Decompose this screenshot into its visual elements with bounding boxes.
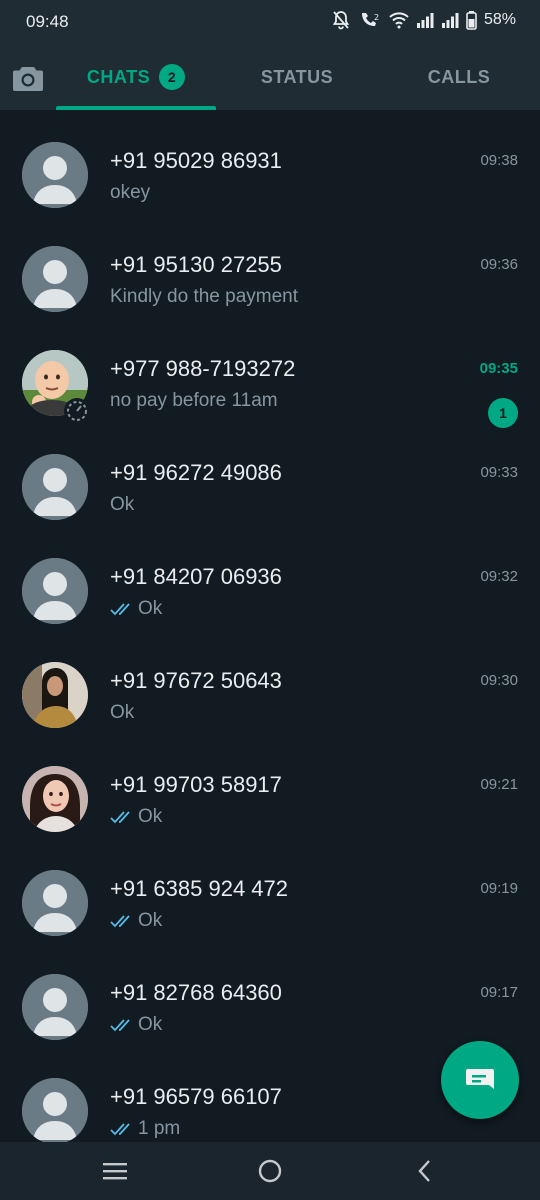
muted-bell-icon (332, 11, 350, 30)
default-avatar-icon[interactable] (22, 974, 88, 1040)
chat-preview: 1 pm (110, 1118, 180, 1140)
chat-row[interactable]: +91 6385 924 472 Ok 09:19 (0, 838, 540, 942)
chat-preview-text: Ok (138, 806, 163, 827)
chat-preview-text: okey (110, 182, 151, 203)
chat-name: +91 95130 27255 (110, 252, 282, 277)
double-check-read-icon (110, 603, 130, 616)
system-nav-bar (0, 1142, 540, 1200)
chat-row[interactable]: +91 95029 86931 okey 09:38 (0, 110, 540, 214)
chat-time: 09:17 (480, 984, 518, 1001)
chat-row[interactable]: +91 96272 49086 Ok 09:33 (0, 422, 540, 526)
tab-calls[interactable]: CALLS (378, 44, 540, 110)
back-icon[interactable] (410, 1156, 440, 1186)
new-chat-icon (466, 1069, 494, 1089)
chat-preview-text: Ok (110, 494, 135, 515)
default-avatar-icon[interactable] (22, 1078, 88, 1142)
woman-photo-avatar[interactable] (22, 662, 88, 728)
chat-name: +91 96579 66107 (110, 1084, 282, 1109)
battery-icon (466, 10, 477, 30)
chat-row[interactable]: +91 97672 50643 Ok 09:30 (0, 630, 540, 734)
chat-preview: Ok (110, 702, 134, 724)
chat-preview-text: Ok (138, 1014, 163, 1035)
wifi-icon (389, 12, 409, 29)
chat-time: 09:33 (480, 464, 518, 481)
chat-preview: Ok (110, 494, 134, 516)
default-avatar-icon[interactable] (22, 246, 88, 312)
chat-preview: Ok (110, 598, 162, 620)
chat-name: +977 988-7193272 (110, 356, 296, 381)
status-icons: 2 58% (331, 10, 516, 30)
chat-preview-text: Kindly do the payment (110, 286, 299, 307)
chat-time: 09:19 (480, 880, 518, 897)
tab-status-label: STATUS (260, 66, 334, 87)
chat-row[interactable]: +91 99703 58917 Ok 09:21 (0, 734, 540, 838)
chat-row[interactable]: +977 988-7193272 no pay before 11am 09:3… (0, 318, 540, 428)
chat-name: +91 95029 86931 (110, 148, 282, 173)
status-time: 09:48 (26, 12, 69, 31)
signal-icon-2 (441, 13, 459, 28)
chat-name: +91 97672 50643 (110, 668, 282, 693)
chat-preview: Ok (110, 1014, 162, 1036)
chat-preview: okey (110, 182, 150, 204)
chat-preview: Ok (110, 910, 162, 932)
chat-name: +91 96272 49086 (110, 460, 282, 485)
chat-time: 09:32 (480, 568, 518, 585)
default-avatar-icon[interactable] (22, 558, 88, 624)
home-icon[interactable] (255, 1156, 285, 1186)
chat-preview-text: 1 pm (138, 1118, 181, 1139)
chat-row[interactable]: +91 95130 27255 Kindly do the payment 09… (0, 214, 540, 318)
chat-row[interactable]: +91 84207 06936 Ok 09:32 (0, 526, 540, 630)
chat-time: 09:21 (480, 776, 518, 793)
chat-time: 09:38 (480, 152, 518, 169)
double-check-read-icon (110, 811, 130, 824)
chat-preview: no pay before 11am (110, 390, 278, 412)
chat-preview-text: Ok (138, 910, 163, 931)
chat-name: +91 82768 64360 (110, 980, 282, 1005)
default-avatar-icon[interactable] (22, 142, 88, 208)
status-bar: 09:48 2 58% (0, 0, 540, 44)
tab-status[interactable]: STATUS (216, 44, 378, 110)
chats-unread-badge: 2 (159, 64, 186, 90)
chat-row[interactable]: +91 82768 64360 Ok 09:17 (0, 942, 540, 1046)
chat-time: 09:36 (480, 256, 518, 273)
svg-text:2: 2 (374, 13, 379, 22)
battery-percent: 58% (483, 11, 516, 28)
chat-preview-text: Ok (138, 598, 163, 619)
default-avatar-icon[interactable] (22, 454, 88, 520)
tab-chats-label: CHATS (86, 66, 151, 87)
double-check-read-icon (110, 915, 130, 928)
chat-name: +91 84207 06936 (110, 564, 282, 589)
double-check-read-icon (110, 1019, 130, 1032)
tab-calls-label: CALLS (427, 66, 491, 87)
chat-list[interactable]: +91 95029 86931 okey 09:38 +91 95130 272… (0, 110, 540, 1142)
chat-time: 09:35 (479, 360, 518, 377)
tab-chats[interactable]: CHATS 2 (56, 44, 216, 110)
recent-apps-icon[interactable] (100, 1156, 130, 1186)
new-chat-button[interactable] (441, 1041, 519, 1119)
wifi-calling-icon: 2 (361, 13, 379, 26)
chat-preview-text: no pay before 11am (110, 390, 278, 411)
camera-icon[interactable] (12, 64, 44, 92)
signal-icon (416, 13, 434, 28)
chat-name: +91 6385 924 472 (110, 876, 289, 901)
chat-name: +91 99703 58917 (110, 772, 282, 797)
chat-preview: Ok (110, 806, 162, 828)
chat-preview: Kindly do the payment (110, 286, 298, 308)
chat-time: 09:30 (480, 672, 518, 689)
default-avatar-icon[interactable] (22, 870, 88, 936)
chat-preview-text: Ok (110, 702, 135, 723)
app-bar: CHATS 2 STATUS CALLS (0, 44, 540, 110)
woman-photo-avatar[interactable] (22, 766, 88, 832)
double-check-read-icon (110, 1123, 130, 1136)
